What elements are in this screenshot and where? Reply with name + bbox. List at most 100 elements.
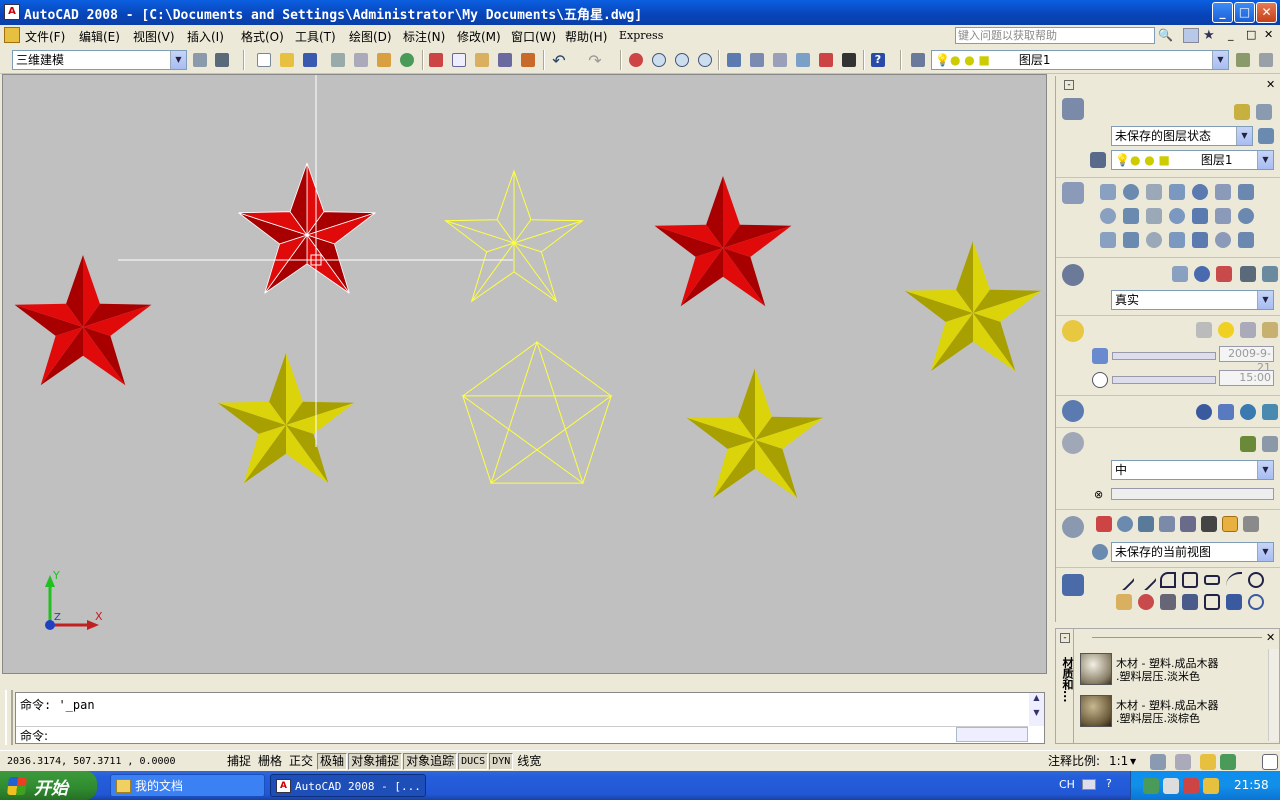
coordinate-display[interactable]: 2036.3174, 507.3711 , 0.0000 <box>4 753 220 770</box>
zoom-realtime-icon[interactable] <box>649 50 669 70</box>
plot-preview-icon[interactable] <box>351 50 371 70</box>
ime-options-icon[interactable]: ? <box>1106 777 1112 790</box>
offset-icon[interactable] <box>1182 594 1198 610</box>
markup-icon[interactable] <box>816 50 836 70</box>
status-toggle[interactable]: 捕捉 <box>224 753 254 770</box>
menu-draw[interactable]: 绘图(D) <box>349 28 392 45</box>
communication-center-icon[interactable] <box>1183 28 1199 43</box>
3d-rotate-icon[interactable] <box>1238 232 1254 248</box>
layer-state-manager-icon[interactable] <box>1256 104 1272 120</box>
rectangle-icon[interactable] <box>1204 575 1220 585</box>
help-search-input[interactable]: 键入问题以获取帮助 <box>955 27 1155 44</box>
union-icon[interactable] <box>1100 232 1116 248</box>
status-toggle[interactable]: 对象捕捉 <box>348 753 403 770</box>
toolbar-lock-icon[interactable] <box>1200 754 1216 770</box>
tool-palettes-icon[interactable] <box>770 50 790 70</box>
status-toggle[interactable]: 正交 <box>286 753 316 770</box>
tray-update-icon[interactable] <box>1203 778 1219 794</box>
materials-section-icon[interactable] <box>1062 400 1084 422</box>
sweep-icon[interactable] <box>1146 208 1162 224</box>
copy-object-icon[interactable] <box>1138 594 1154 610</box>
design-center-icon[interactable] <box>747 50 767 70</box>
yellow-star-solid[interactable] <box>686 368 824 499</box>
status-toggle[interactable]: 对象追踪 <box>403 753 458 770</box>
status-toggle[interactable]: 极轴 <box>317 753 348 770</box>
subtract-icon[interactable] <box>1123 232 1139 248</box>
close-icon[interactable]: ⊗ <box>1094 488 1103 501</box>
chevron-down-icon[interactable]: ▼ <box>1257 461 1273 479</box>
arc-icon[interactable] <box>1226 572 1242 588</box>
3d-move-icon[interactable] <box>1215 232 1231 248</box>
materials-window-icon[interactable] <box>1262 404 1278 420</box>
publish-icon[interactable] <box>374 50 394 70</box>
workspace-save-icon[interactable] <box>212 50 232 70</box>
match-properties-icon[interactable] <box>495 50 515 70</box>
visual-style-wireframe-icon[interactable] <box>1172 266 1188 282</box>
circle-icon[interactable] <box>1248 572 1264 588</box>
minimize-button[interactable]: _ <box>1212 2 1233 23</box>
menu-express[interactable]: Express <box>619 29 663 42</box>
polysolid-icon[interactable] <box>1192 208 1208 224</box>
command-scrollbar[interactable]: ▲ ▼ <box>1029 693 1044 726</box>
auto-scale-icon[interactable] <box>1175 754 1191 770</box>
polyline-icon[interactable] <box>1160 572 1176 588</box>
walk-icon[interactable] <box>1180 516 1196 532</box>
slice-icon[interactable] <box>1238 208 1254 224</box>
help-icon[interactable]: ? <box>868 50 888 70</box>
menu-help[interactable]: 帮助(H) <box>565 28 607 45</box>
edge-settings-icon[interactable] <box>1240 266 1256 282</box>
torus-icon[interactable] <box>1238 184 1254 200</box>
render-teapot-icon[interactable] <box>1062 432 1084 454</box>
document-menu-icon[interactable] <box>4 27 20 43</box>
chevron-down-icon[interactable]: ▼ <box>1257 291 1273 309</box>
material-item-1[interactable]: 木材 - 塑料.成品木器 .塑料层压.淡米色 <box>1116 657 1218 683</box>
time-slider[interactable] <box>1112 376 1216 384</box>
red-star-selected[interactable] <box>238 162 376 294</box>
pan-icon[interactable] <box>1096 516 1112 532</box>
chevron-down-icon[interactable]: ▼ <box>1257 151 1273 169</box>
yellow-star-solid[interactable] <box>904 241 1042 372</box>
status-toggle[interactable]: 栅格 <box>255 753 285 770</box>
scroll-up-icon[interactable]: ▲ <box>1029 693 1044 702</box>
layer-state-save-icon[interactable] <box>1258 128 1274 144</box>
panel-close-button[interactable]: ✕ <box>1266 78 1275 91</box>
view-box-icon[interactable] <box>1243 516 1259 532</box>
3d-dwf-icon[interactable] <box>397 50 417 70</box>
menu-edit[interactable]: 编辑(E) <box>79 28 120 45</box>
doc-restore-button[interactable]: □ <box>1246 28 1256 41</box>
menu-window[interactable]: 窗口(W) <box>511 28 556 45</box>
undo-icon[interactable]: ↶ <box>549 50 569 70</box>
render-icon[interactable] <box>1240 436 1256 452</box>
wireframe-star[interactable] <box>444 169 584 303</box>
lights-section-icon[interactable] <box>1062 320 1084 342</box>
command-hscrollbar[interactable] <box>956 727 1028 742</box>
intersect-icon[interactable] <box>1146 232 1162 248</box>
status-tray-settings-icon[interactable] <box>1220 754 1236 770</box>
light-glyph-icon[interactable] <box>1240 322 1256 338</box>
navigate-section-icon[interactable] <box>1062 516 1084 538</box>
sun-icon[interactable] <box>1218 322 1234 338</box>
pentagon-star-outline[interactable] <box>461 340 613 485</box>
section-icon[interactable] <box>1169 232 1185 248</box>
command-window[interactable]: 命令: '_pan 命令: ▲ ▼ <box>15 692 1045 744</box>
material-map-icon[interactable] <box>1240 404 1256 420</box>
drawing-viewport[interactable]: Y X Z <box>2 74 1047 674</box>
layer-state-dropdown[interactable]: 未保存的图层状态 ▼ <box>1111 126 1253 146</box>
panel-collapse-button[interactable]: - <box>1064 80 1074 90</box>
network-icon[interactable] <box>1163 778 1179 794</box>
layers-section-icon[interactable] <box>1062 98 1084 120</box>
render-quality-dropdown[interactable]: 中 ▼ <box>1111 460 1274 480</box>
doc-minimize-button[interactable]: _ <box>1228 28 1234 41</box>
loft-icon[interactable] <box>1169 208 1185 224</box>
scroll-down-icon[interactable]: ▼ <box>1029 708 1044 717</box>
time-field[interactable]: 15:00 <box>1219 370 1274 386</box>
red-star-solid[interactable] <box>14 255 152 386</box>
command-prompt[interactable]: 命令: <box>20 727 48 744</box>
extrude-icon[interactable] <box>1100 208 1116 224</box>
start-button[interactable]: 开始 <box>0 771 97 800</box>
visual-style-realistic-icon[interactable] <box>1194 266 1210 282</box>
workspace-dropdown[interactable]: 三维建模 ▼ <box>12 50 187 70</box>
save-icon[interactable] <box>300 50 320 70</box>
array-icon[interactable] <box>1204 594 1220 610</box>
qnew-icon[interactable] <box>254 50 274 70</box>
